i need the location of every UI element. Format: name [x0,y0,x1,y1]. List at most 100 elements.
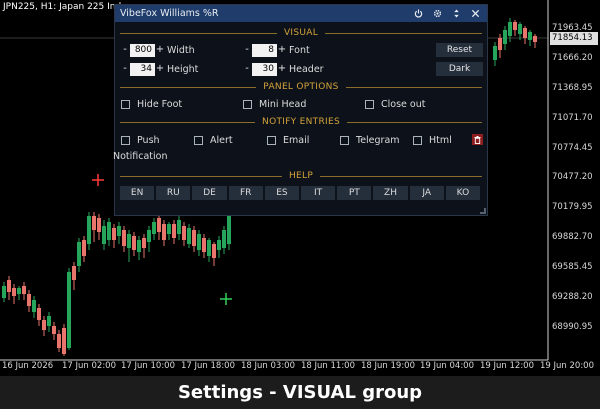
lang-es-button[interactable]: ES [264,186,300,200]
lang-zh-button[interactable]: ZH [373,186,408,200]
height-stepper: - 34 + Height [120,62,198,76]
checkbox-label: Mini Head [259,98,307,110]
height-increment-button[interactable]: + [155,63,165,76]
lang-ko-button[interactable]: KO [445,186,481,200]
panel-titlebar[interactable]: VibeFox Williams %R [115,5,487,22]
checkbox-label: Telegram [356,134,400,146]
section-visual: VISUAL [120,27,482,39]
theme-button[interactable]: Dark [436,62,483,76]
price-label: 69288.20 [552,292,593,302]
close-out-checkbox[interactable]: Close out [365,98,425,110]
resize-grip[interactable] [480,208,486,214]
candle-body [92,216,96,230]
candle-body [107,222,111,240]
candle-body [17,288,21,294]
font-decrement-button[interactable]: - [242,44,252,57]
candle-body [518,24,522,34]
price-label: 71071.70 [552,113,593,123]
checkbox-box[interactable] [413,135,422,145]
panel-title: VibeFox Williams %R [120,8,219,19]
candle-body [67,272,71,348]
lang-en-button[interactable]: EN [120,186,155,200]
lang-fr-button[interactable]: FR [228,186,263,200]
html-checkbox[interactable]: Html [413,134,452,146]
lang-it-button[interactable]: IT [301,186,336,200]
candle-body [192,230,196,246]
checkbox-box[interactable] [365,99,374,109]
settings-panel: VibeFox Williams %R VISUAL - 800 + Width… [114,4,488,216]
candle-body [32,300,36,312]
notification-label-overflow: Notification [113,151,168,162]
checkbox-box[interactable] [267,135,276,145]
candle-body [117,226,121,236]
time-label: 17 Jun 02:00 [62,361,116,371]
section-help: HELP [120,170,483,182]
candle-body [37,308,41,320]
checkbox-label: Html [429,134,452,146]
checkbox-box[interactable] [121,99,130,109]
candle-body [137,240,141,252]
candle-body [12,288,16,296]
section-panel-options-title: PANEL OPTIONS [263,82,339,92]
lang-pt-button[interactable]: PT [337,186,372,200]
telegram-checkbox[interactable]: Telegram [340,134,400,146]
time-label: 19 Jun 20:00 [540,361,594,371]
font-increment-button[interactable]: + [277,44,287,57]
height-input[interactable]: 34 [130,62,155,76]
width-decrement-button[interactable]: - [120,44,130,57]
lang-de-button[interactable]: DE [192,186,227,200]
checkbox-box[interactable] [243,99,252,109]
time-label: 16 Jun 2026 [2,361,54,371]
candle-body [57,334,61,348]
candle-body [533,36,537,42]
price-label: 68990.95 [552,322,593,332]
price-label: 71666.20 [552,53,593,63]
price-label: 71368.95 [552,83,593,93]
candle-body [122,230,126,246]
candle-body [177,220,181,234]
width-input[interactable]: 800 [130,43,155,57]
candle-body [498,38,502,50]
alert-checkbox[interactable]: Alert [194,134,233,146]
width-label: Width [167,44,195,56]
section-visual-title: VISUAL [283,28,319,38]
candle-body [72,266,76,280]
candle-body [102,226,106,244]
reset-button[interactable]: Reset [436,43,483,57]
power-icon[interactable] [411,7,425,21]
candle-body [197,234,201,250]
mini-head-checkbox[interactable]: Mini Head [243,98,306,110]
push-checkbox[interactable]: Push [121,134,160,146]
header-increment-button[interactable]: + [277,63,287,76]
language-buttons: EN RU DE FR ES IT PT ZH JA KO [120,186,481,200]
candle-body [112,228,116,240]
header-decrement-button[interactable]: - [242,63,252,76]
checkbox-box[interactable] [121,135,130,145]
candle-body [22,286,26,294]
header-input[interactable]: 30 [252,62,277,76]
candle-body [172,224,176,238]
candle-body [2,286,6,298]
price-label: 70774.45 [552,143,593,153]
lang-ru-button[interactable]: RU [156,186,191,200]
hide-foot-checkbox[interactable]: Hide Foot [121,98,182,110]
candle-body [227,216,231,244]
font-input[interactable]: 8 [252,43,277,57]
trash-icon[interactable] [472,134,483,145]
email-checkbox[interactable]: Email [267,134,309,146]
gear-icon[interactable] [430,7,444,21]
checkbox-box[interactable] [194,135,203,145]
lang-ja-button[interactable]: JA [409,186,444,200]
checkbox-box[interactable] [340,135,349,145]
candle-body [82,240,86,256]
candle-body [7,280,11,292]
height-decrement-button[interactable]: - [120,63,130,76]
price-label: 70179.95 [552,202,593,212]
price-label: 70477.20 [552,172,593,182]
caption-text: Settings - VISUAL group [177,382,423,403]
close-icon[interactable] [468,7,482,21]
move-icon[interactable] [449,7,463,21]
time-label: 17 Jun 18:00 [181,361,235,371]
time-label: 18 Jun 03:00 [241,361,295,371]
width-increment-button[interactable]: + [155,44,165,57]
